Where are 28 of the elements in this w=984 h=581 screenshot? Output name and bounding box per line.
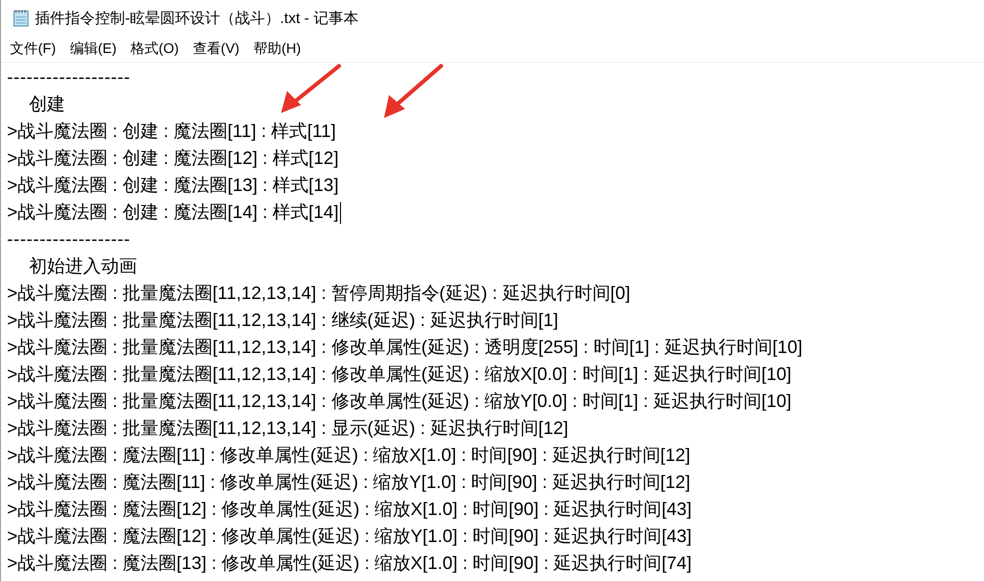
arrow-drawing (384, 64, 443, 118)
menu-item[interactable]: 编辑(E) (64, 40, 122, 58)
text-line: >战斗魔法圈 : 创建 : 魔法圈[13] : 样式[13] (7, 174, 339, 197)
separator-line: ------------------- (7, 66, 130, 89)
text-line: >战斗魔法圈 : 批量魔法圈[11,12,13,14] : 显示(延迟) : 延迟执行时间[12] (7, 417, 568, 440)
text-line: >战斗魔法圈 : 魔法圈[13] : 修改单属性(延迟) : 缩放X[1.0] : 时间[90] : 延迟执行时间[74] (7, 552, 692, 575)
menu-item[interactable]: 帮助(H) (248, 40, 306, 58)
text-line: >战斗魔法圈 : 批量魔法圈[11,12,13,14] : 修改单属性(延迟) : 透明度[255] : 时间[1] : 延迟执行时间[10] (7, 336, 802, 359)
text-line: >战斗魔法圈 : 魔法圈[11] : 修改单属性(延迟) : 缩放Y[1.0] : 时间[90] : 延迟执行时间[12] (7, 471, 690, 494)
text-line: >战斗魔法圈 : 创建 : 魔法圈[14] : 样式[14] (7, 201, 339, 224)
text-line: >战斗魔法圈 : 批量魔法圈[11,12,13,14] : 修改单属性(延迟) : 缩放X[0.0] : 时间[1] : 延迟执行时间[10] (7, 363, 792, 386)
menu-item[interactable]: 格式(O) (126, 40, 184, 58)
menu-item[interactable]: 查看(V) (188, 40, 244, 58)
text-line: >战斗魔法圈 : 创建 : 魔法圈[12] : 样式[12] (7, 147, 339, 170)
separator-line: ------------------- (7, 228, 130, 251)
arrow-drawing (281, 64, 341, 113)
text-line: >战斗魔法圈 : 魔法圈[12] : 修改单属性(延迟) : 缩放X[1.0] : 时间[90] : 延迟执行时间[43] (7, 498, 692, 521)
text-line: >战斗魔法圈 : 魔法圈[11] : 修改单属性(延迟) : 缩放X[1.0] : 时间[90] : 延迟执行时间[12] (7, 444, 690, 467)
section-heading: 初始进入动画 (29, 255, 137, 278)
text-line: >战斗魔法圈 : 批量魔法圈[11,12,13,14] : 暂停周期指令(延迟) : 延迟执行时间[0] (7, 282, 630, 305)
text-line: >战斗魔法圈 : 批量魔法圈[11,12,13,14] : 继续(延迟) : 延迟执行时间[1] (7, 309, 558, 332)
menu-item[interactable]: 文件(F) (5, 40, 61, 58)
window-title: 插件指令控制-眩晕圆环设计（战斗）.txt - 记事本 (35, 8, 358, 28)
section-heading: 创建 (29, 93, 65, 116)
text-line: >战斗魔法圈 : 批量魔法圈[11,12,13,14] : 修改单属性(延迟) : 缩放Y[0.0] : 时间[1] : 延迟执行时间[10] (7, 390, 792, 413)
text-line: >战斗魔法圈 : 创建 : 魔法圈[11] : 样式[11] (7, 120, 336, 143)
text-line: >战斗魔法圈 : 魔法圈[12] : 修改单属性(延迟) : 缩放Y[1.0] : 时间[90] : 延迟执行时间[43] (7, 525, 692, 548)
notepad-icon (13, 9, 29, 27)
